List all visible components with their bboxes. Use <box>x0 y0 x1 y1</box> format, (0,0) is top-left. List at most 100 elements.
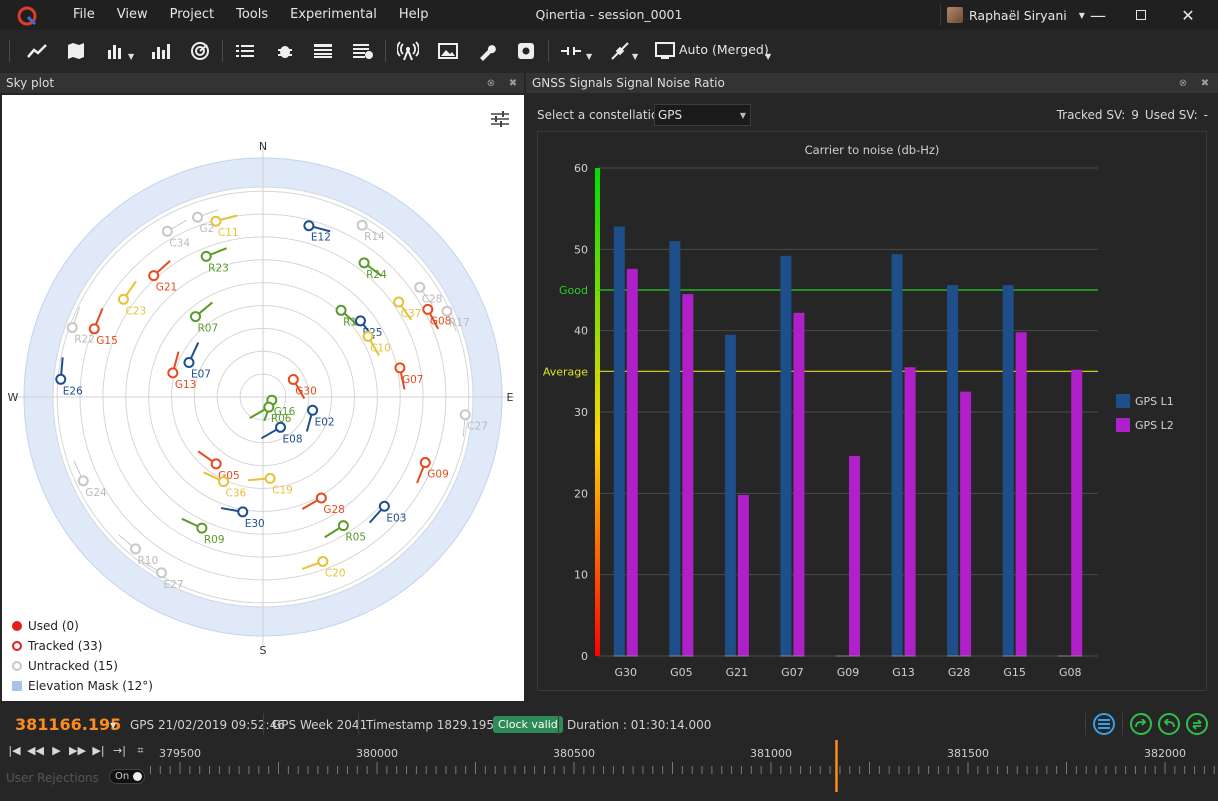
satellite-icon[interactable] <box>607 38 633 64</box>
minimize-button[interactable]: — <box>1075 0 1121 30</box>
skip-start-icon[interactable]: |◀ <box>6 744 23 758</box>
list-icon <box>1098 719 1110 729</box>
sliders-icon[interactable] <box>490 111 510 127</box>
float-panel-icon[interactable]: ⊗ <box>1176 76 1190 90</box>
antenna-icon[interactable] <box>395 38 421 64</box>
ruler-label: 380000 <box>356 747 398 760</box>
bug-icon[interactable] <box>272 38 298 64</box>
bar-gps-l1-G07 <box>780 255 792 656</box>
satellite-label: E30 <box>245 518 265 530</box>
panel-title: GNSS Signals Signal Noise Ratio <box>532 76 725 90</box>
processing-mode-label[interactable]: Auto (Merged) <box>679 42 769 57</box>
gear-icon[interactable] <box>513 38 539 64</box>
maximize-button[interactable] <box>1118 0 1164 30</box>
x-tick-label: G07 <box>781 666 804 679</box>
bar-gps-l2-G07 <box>793 312 805 656</box>
satellite-marker <box>183 356 195 368</box>
menu-file[interactable]: File <box>62 0 106 30</box>
constellation-select[interactable]: GPS ▼ <box>654 104 751 126</box>
fast-forward-icon[interactable]: ▶▶ <box>69 744 86 758</box>
ruler-label: 382000 <box>1144 747 1186 760</box>
satellite-label: C19 <box>272 484 293 496</box>
legend-elevation-mask: Elevation Mask (12°) <box>12 676 153 696</box>
menu-view[interactable]: View <box>106 0 159 30</box>
satellite-label: C20 <box>325 567 346 579</box>
chevron-down-icon[interactable]: ▼ <box>110 721 116 730</box>
satellite-marker <box>196 522 208 534</box>
satellite-label: C34 <box>169 237 190 249</box>
satellite-label: R14 <box>364 231 385 243</box>
satellite-label: G21 <box>156 282 178 294</box>
bar-gps-l2-G30 <box>626 268 638 656</box>
current-time[interactable]: 381166.195 <box>15 715 121 734</box>
chevron-down-icon: ▼ <box>739 111 746 120</box>
satellite-marker <box>264 472 276 484</box>
sync-button[interactable] <box>1186 713 1208 735</box>
list-view-button[interactable] <box>1093 713 1115 735</box>
ruler-label: 381500 <box>947 747 989 760</box>
crop-icon[interactable]: ⌗ <box>132 744 149 758</box>
trajectory-chart-icon[interactable] <box>24 38 50 64</box>
y-tick-label: 20 <box>574 487 588 500</box>
satellite-marker <box>287 374 299 385</box>
satellite-marker <box>117 293 129 305</box>
chevron-down-icon[interactable]: ▼ <box>632 52 638 61</box>
satellite-label: C28 <box>422 293 443 305</box>
user-name: Raphaël Siryani <box>969 7 1067 23</box>
menu-tools[interactable]: Tools <box>225 0 279 30</box>
satellite-label: E12 <box>311 232 331 244</box>
menu-help[interactable]: Help <box>388 0 440 30</box>
sv-counts: Tracked SV: 9 Used SV: - <box>1056 108 1208 122</box>
map-icon[interactable] <box>63 38 89 64</box>
user-menu[interactable]: Raphaël Siryani ▼ <box>940 4 1085 26</box>
chevron-down-icon[interactable]: ▼ <box>586 52 592 61</box>
satellite-marker <box>77 475 89 487</box>
satellite-label: G09 <box>427 469 449 481</box>
close-button[interactable]: ✕ <box>1165 0 1211 30</box>
backward-button[interactable] <box>1158 713 1180 735</box>
mask-square-icon <box>12 681 22 691</box>
time-ruler[interactable]: 3795003800003805003810003815003820003825… <box>150 740 1218 801</box>
menu-bar: File View Project Tools Experimental Hel… <box>62 0 439 30</box>
legend-untracked: Untracked (15) <box>12 656 153 676</box>
user-rejections-label: User Rejections <box>6 771 99 785</box>
jump-to-icon[interactable]: →| <box>111 744 128 758</box>
float-panel-icon[interactable]: ⊗ <box>484 76 498 90</box>
playback-controls: |◀ ◀◀ ▶ ▶▶ ▶| →| ⌗ <box>6 744 149 758</box>
threshold-label: Good <box>559 284 588 297</box>
legend-swatch <box>1116 394 1130 408</box>
skip-end-icon[interactable]: ▶| <box>90 744 107 758</box>
signal-stats-icon[interactable] <box>148 38 174 64</box>
merge-icon[interactable] <box>558 38 584 64</box>
chevron-down-icon[interactable]: ▼ <box>128 52 134 61</box>
timeline: |◀ ◀◀ ▶ ▶▶ ▶| →| ⌗ User Rejections On 37… <box>0 740 1218 801</box>
user-rejections-toggle[interactable]: On <box>109 769 145 784</box>
satellite-marker <box>148 270 160 282</box>
list-icon[interactable] <box>232 38 258 64</box>
menu-project[interactable]: Project <box>159 0 225 30</box>
table-icon[interactable] <box>310 38 336 64</box>
close-panel-icon[interactable]: ✖ <box>506 76 520 90</box>
satellite-label: R24 <box>366 269 387 281</box>
x-tick-label: G30 <box>615 666 638 679</box>
satellite-marker <box>303 220 315 232</box>
close-panel-icon[interactable]: ✖ <box>1198 76 1212 90</box>
forward-button[interactable] <box>1130 713 1152 735</box>
wrench-icon[interactable] <box>474 38 500 64</box>
chevron-down-icon[interactable]: ▼ <box>765 52 771 61</box>
panel-title: Sky plot <box>6 76 55 90</box>
sky-legend: Used (0) Tracked (33) Untracked (15) Ele… <box>12 616 153 696</box>
satellite-marker <box>192 211 204 223</box>
radar-icon[interactable] <box>187 38 213 64</box>
bar-chart-icon[interactable] <box>103 38 129 64</box>
satellite-marker <box>358 257 370 269</box>
table-settings-icon[interactable] <box>350 38 376 64</box>
monitor-icon[interactable] <box>652 38 678 64</box>
satellite-label: R22 <box>74 334 95 346</box>
menu-experimental[interactable]: Experimental <box>279 0 388 30</box>
y-tick-label: 60 <box>574 162 588 175</box>
rewind-icon[interactable]: ◀◀ <box>27 744 44 758</box>
play-icon[interactable]: ▶ <box>48 744 65 758</box>
image-icon[interactable] <box>435 38 461 64</box>
sky-plot-panel: N E S W E12 C11 R24 R23 G21 C23 G08 C37 R18 E25 C1… <box>2 95 524 701</box>
